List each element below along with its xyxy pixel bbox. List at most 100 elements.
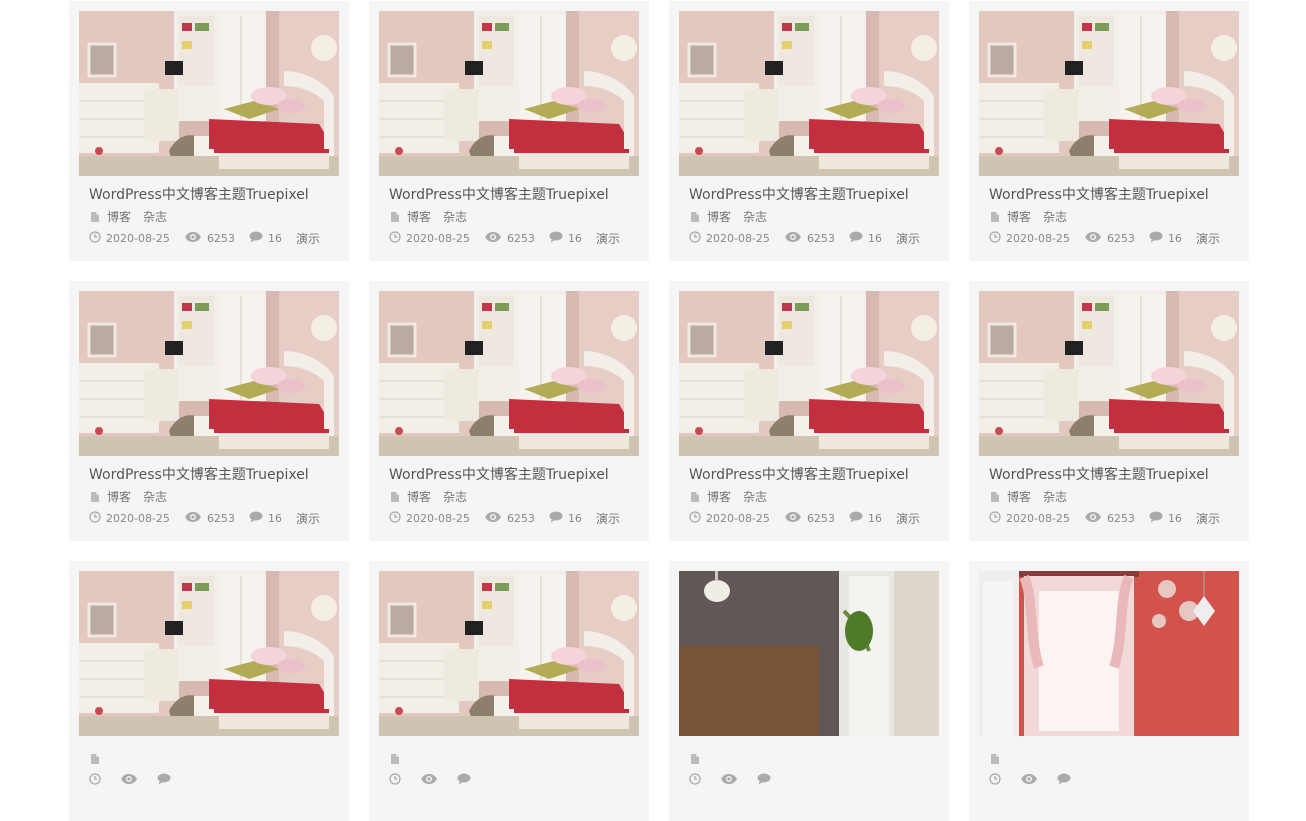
clock-icon — [689, 510, 701, 528]
category-link[interactable]: 杂志 — [143, 209, 167, 225]
post-thumbnail[interactable] — [979, 11, 1239, 176]
category-link[interactable]: 杂志 — [743, 489, 767, 505]
post-comments[interactable]: 16 — [568, 231, 582, 247]
post-card[interactable]: WordPress中文博客主题Truepixel 博客 杂志 2020-08-25… — [669, 281, 949, 541]
clock-icon — [689, 772, 701, 790]
category-link[interactable]: 博客 — [1007, 489, 1031, 505]
post-tag[interactable]: 演示 — [596, 511, 620, 527]
category-link[interactable]: 杂志 — [743, 209, 767, 225]
category-link[interactable]: 杂志 — [443, 209, 467, 225]
post-thumbnail[interactable] — [379, 11, 639, 176]
category-link[interactable]: 博客 — [707, 489, 731, 505]
post-meta — [989, 772, 1239, 789]
post-views: 6253 — [806, 232, 835, 245]
post-comments[interactable]: 16 — [268, 511, 282, 527]
post-title[interactable]: WordPress中文博客主题Truepixel — [989, 186, 1239, 204]
comment-icon — [157, 773, 171, 790]
category-link[interactable]: 杂志 — [1043, 209, 1067, 225]
category-link[interactable]: 博客 — [407, 489, 431, 505]
comment-icon — [849, 231, 863, 248]
thumbnail-image — [79, 11, 339, 176]
post-categories: 博客 杂志 — [389, 489, 639, 505]
folder-icon — [689, 211, 701, 223]
category-link[interactable]: 杂志 — [143, 489, 167, 505]
post-tag[interactable]: 演示 — [896, 511, 920, 527]
post-thumbnail[interactable] — [979, 291, 1239, 456]
post-tag[interactable]: 演示 — [296, 231, 320, 247]
category-link[interactable]: 博客 — [707, 209, 731, 225]
post-card[interactable]: WordPress中文博客主题Truepixel 博客 杂志 2020-08-25… — [969, 1, 1249, 261]
folder-icon — [89, 211, 101, 223]
post-views: 6253 — [806, 512, 835, 525]
post-title[interactable]: WordPress中文博客主题Truepixel — [689, 466, 939, 484]
post-thumbnail[interactable] — [379, 291, 639, 456]
eye-icon — [420, 773, 438, 790]
comment-icon — [249, 511, 263, 528]
post-thumbnail[interactable] — [679, 11, 939, 176]
post-card[interactable]: WordPress中文博客主题Truepixel 博客 杂志 2020-08-25… — [69, 1, 349, 261]
post-title[interactable]: WordPress中文博客主题Truepixel — [689, 186, 939, 204]
post-comments[interactable]: 16 — [568, 511, 582, 527]
post-views: 6253 — [506, 512, 535, 525]
post-thumbnail[interactable] — [979, 571, 1239, 736]
post-thumbnail[interactable] — [79, 291, 339, 456]
post-thumbnail[interactable] — [679, 571, 939, 736]
post-comments[interactable]: 16 — [1168, 231, 1182, 247]
post-views: 6253 — [1106, 512, 1135, 525]
eye-icon — [784, 231, 802, 248]
post-card[interactable] — [969, 561, 1249, 821]
thumbnail-image — [979, 571, 1239, 736]
thumbnail-image — [679, 11, 939, 176]
post-thumbnail[interactable] — [679, 291, 939, 456]
post-title[interactable]: WordPress中文博客主题Truepixel — [989, 466, 1239, 484]
comment-icon — [1149, 231, 1163, 248]
post-tag[interactable]: 演示 — [596, 231, 620, 247]
post-date: 2020-08-25 — [706, 232, 770, 245]
folder-icon — [89, 491, 101, 503]
post-thumbnail[interactable] — [79, 571, 339, 736]
post-categories: 博客 杂志 — [689, 209, 939, 225]
post-tag[interactable]: 演示 — [1196, 511, 1220, 527]
category-link[interactable]: 博客 — [107, 209, 131, 225]
clock-icon — [989, 230, 1001, 248]
category-link[interactable]: 博客 — [407, 209, 431, 225]
post-card[interactable]: WordPress中文博客主题Truepixel 博客 杂志 2020-08-25… — [69, 281, 349, 541]
comment-icon — [1149, 511, 1163, 528]
post-tag[interactable]: 演示 — [1196, 231, 1220, 247]
post-comments[interactable]: 16 — [868, 511, 882, 527]
post-title[interactable]: WordPress中文博客主题Truepixel — [89, 186, 339, 204]
post-meta — [389, 772, 639, 790]
category-link[interactable]: 博客 — [107, 489, 131, 505]
post-tag[interactable]: 演示 — [296, 511, 320, 527]
thumbnail-image — [679, 291, 939, 456]
post-title[interactable]: WordPress中文博客主题Truepixel — [389, 466, 639, 484]
post-date: 2020-08-25 — [406, 512, 470, 525]
post-card[interactable]: WordPress中文博客主题Truepixel 博客 杂志 2020-08-25… — [369, 281, 649, 541]
post-thumbnail[interactable] — [379, 571, 639, 736]
post-categories — [989, 751, 1239, 767]
category-link[interactable]: 博客 — [1007, 209, 1031, 225]
post-card[interactable]: WordPress中文博客主题Truepixel 博客 杂志 2020-08-25… — [369, 1, 649, 261]
folder-icon — [389, 491, 401, 503]
post-meta: 2020-08-25 6253 16 演示 — [389, 230, 639, 247]
comment-icon — [457, 773, 471, 790]
post-comments[interactable]: 16 — [268, 231, 282, 247]
post-comments[interactable]: 16 — [1168, 511, 1182, 527]
folder-icon — [689, 753, 701, 765]
post-card[interactable]: WordPress中文博客主题Truepixel 博客 杂志 2020-08-25… — [969, 281, 1249, 541]
post-date: 2020-08-25 — [406, 232, 470, 245]
category-link[interactable]: 杂志 — [443, 489, 467, 505]
category-link[interactable]: 杂志 — [1043, 489, 1067, 505]
post-card[interactable] — [669, 561, 949, 821]
post-comments[interactable]: 16 — [868, 231, 882, 247]
post-card[interactable]: WordPress中文博客主题Truepixel 博客 杂志 2020-08-25… — [669, 1, 949, 261]
post-card[interactable] — [69, 561, 349, 821]
post-title[interactable]: WordPress中文博客主题Truepixel — [89, 466, 339, 484]
post-tag[interactable]: 演示 — [896, 231, 920, 247]
post-title[interactable]: WordPress中文博客主题Truepixel — [389, 186, 639, 204]
post-card[interactable] — [369, 561, 649, 821]
comment-icon — [249, 231, 263, 248]
post-thumbnail[interactable] — [79, 11, 339, 176]
eye-icon — [1084, 231, 1102, 248]
post-categories: 博客 杂志 — [689, 489, 939, 505]
